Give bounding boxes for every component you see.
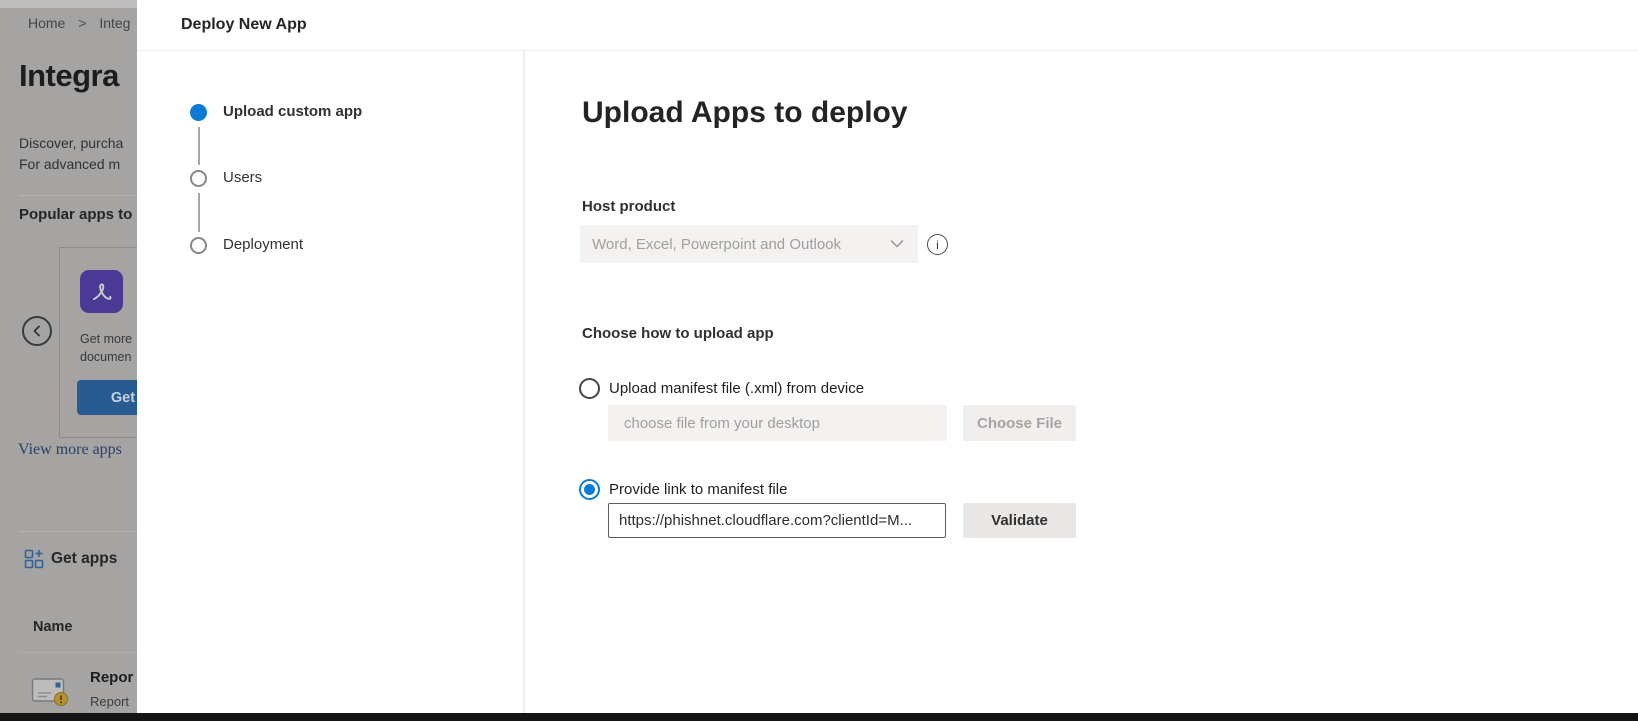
step-label: Users <box>223 169 262 186</box>
step-connector <box>198 127 200 165</box>
chevron-down-icon <box>890 239 904 249</box>
get-button[interactable]: Get <box>77 380 137 415</box>
carousel-prev-button[interactable] <box>22 316 52 346</box>
view-more-apps-link[interactable]: View more apps <box>18 441 122 459</box>
get-apps-icon <box>24 549 44 569</box>
info-icon[interactable]: i <box>927 234 948 255</box>
top-edge-strip <box>0 0 137 8</box>
row-title: Repor <box>90 669 133 686</box>
row-subtitle: Report <box>90 694 129 709</box>
card-text-line1: Get more <box>80 332 132 346</box>
screen: Home > Integ Integra Discover, purcha Fo… <box>0 0 1638 721</box>
choose-upload-label: Choose how to upload app <box>582 325 774 342</box>
panel-title: Deploy New App <box>181 16 307 34</box>
choose-file-button[interactable]: Choose File <box>963 405 1076 441</box>
content-heading: Upload Apps to deploy <box>582 96 908 130</box>
table-row[interactable]: Repor Report <box>0 664 137 716</box>
breadcrumb-separator-icon: > <box>78 15 86 31</box>
deploy-new-app-panel: Deploy New App Upload custom app Users D… <box>137 0 1638 721</box>
divider <box>523 51 525 713</box>
table-header-name[interactable]: Name <box>33 619 73 635</box>
info-glyph: i <box>936 238 939 252</box>
radio-label: Provide link to manifest file <box>609 481 787 498</box>
divider <box>19 531 137 532</box>
page-title: Integra <box>19 58 119 94</box>
get-apps-label: Get apps <box>51 550 117 568</box>
page-subtitle-line2: For advanced m <box>19 156 120 172</box>
breadcrumb-home-link[interactable]: Home <box>28 15 65 31</box>
step-connector <box>198 193 200 232</box>
breadcrumb-current: Integ <box>99 15 130 31</box>
manifest-link-input[interactable] <box>608 503 946 538</box>
divider <box>19 652 137 653</box>
host-product-value: Word, Excel, Powerpoint and Outlook <box>592 236 890 253</box>
popular-apps-heading: Popular apps to <box>19 206 132 223</box>
radio-upload-manifest-file[interactable]: Upload manifest file (.xml) from device <box>579 378 864 399</box>
mail-alert-icon <box>31 676 71 708</box>
manifest-file-input[interactable] <box>608 405 947 441</box>
step-dot <box>190 237 207 254</box>
radio-provide-link[interactable]: Provide link to manifest file <box>579 479 787 500</box>
background-page: Home > Integ Integra Discover, purcha Fo… <box>0 0 137 721</box>
adobe-acrobat-icon <box>80 270 123 313</box>
app-card: Get more documen Get <box>59 247 137 438</box>
bottom-edge-bar <box>0 713 1638 721</box>
breadcrumb: Home > Integ <box>28 15 130 31</box>
step-label: Deployment <box>223 236 303 253</box>
card-text-line2: documen <box>80 350 131 364</box>
get-apps-button[interactable]: Get apps <box>24 549 117 569</box>
page-subtitle-line1: Discover, purcha <box>19 135 123 151</box>
validate-button[interactable]: Validate <box>963 503 1076 538</box>
panel-header: Deploy New App <box>137 0 1638 50</box>
radio-checked-icon <box>579 479 600 500</box>
radio-unchecked-icon <box>579 378 600 399</box>
radio-label: Upload manifest file (.xml) from device <box>609 380 864 397</box>
chevron-left-icon <box>30 324 44 338</box>
host-product-dropdown[interactable]: Word, Excel, Powerpoint and Outlook <box>580 225 918 263</box>
divider <box>137 50 1638 51</box>
step-active-dot <box>190 104 207 121</box>
host-product-label: Host product <box>582 198 675 215</box>
step-dot <box>190 170 207 187</box>
divider <box>19 195 137 196</box>
step-label: Upload custom app <box>223 103 362 120</box>
